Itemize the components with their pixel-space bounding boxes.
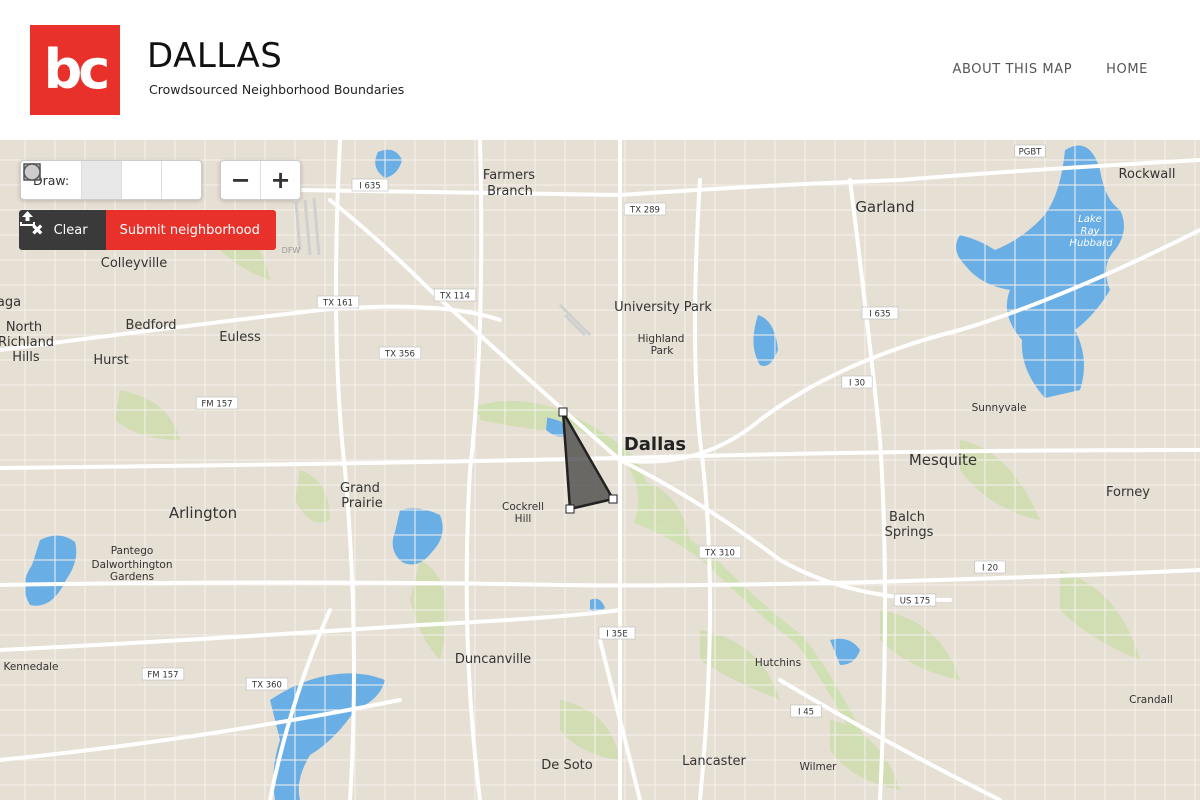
highway-shield-label: TX 161 xyxy=(322,299,353,309)
label-university-park: University Park xyxy=(614,300,712,315)
label-de-soto: De Soto xyxy=(541,758,592,773)
label-balch-springs: Balch xyxy=(889,510,925,525)
label-bedford: Bedford xyxy=(125,318,176,333)
highway-shield-label: I 35E xyxy=(606,630,627,640)
highway-shield-label: TX 114 xyxy=(439,292,470,302)
highway-shield-label: I 20 xyxy=(982,564,998,574)
label-hurst: Hurst xyxy=(93,353,128,368)
label-farmers-branch: Farmers xyxy=(483,168,535,183)
label-lake-ray-hubbard: Ray xyxy=(1081,226,1101,237)
label-balch-springs: Springs xyxy=(885,525,934,540)
circle-icon xyxy=(23,163,41,181)
label-wilmer: Wilmer xyxy=(800,761,838,773)
label-grand-prairie: Prairie xyxy=(341,496,383,511)
label-lancaster: Lancaster xyxy=(682,754,746,769)
zoom-out-button[interactable]: − xyxy=(221,161,260,199)
label-north-richland-hills: North xyxy=(6,320,42,335)
label-hutchins: Hutchins xyxy=(755,657,801,669)
label-grand-prairie: Grand xyxy=(340,481,380,496)
label-pantego: Pantego xyxy=(111,545,154,557)
highway-shield-label: US 175 xyxy=(900,597,931,607)
label-dfw-airport: DFW xyxy=(282,246,301,255)
label-highland-park: Highland xyxy=(638,333,685,345)
site-title: DALLAS xyxy=(147,36,283,76)
site-subtitle: Crowdsourced Neighborhood Boundaries xyxy=(149,82,405,97)
highway-shield-label: FM 157 xyxy=(147,671,178,681)
highway-shield-label: I 30 xyxy=(849,379,865,389)
label-cockrell-hill: Cockrell xyxy=(502,501,544,513)
zoom-control: − + xyxy=(220,160,301,200)
submit-button-label: Submit neighborhood xyxy=(119,222,260,238)
clear-button-label: Clear xyxy=(53,222,88,238)
highway-shield-label: I 635 xyxy=(869,310,890,320)
label-euless: Euless xyxy=(219,330,261,345)
map-canvas[interactable]: I 635 TX 289 PGBT TX 114 TX 161 I 635 TX 356 I … xyxy=(0,140,1200,800)
label-garland: Garland xyxy=(855,198,914,216)
label-highland-park: Park xyxy=(651,345,675,357)
draw-circle-button[interactable] xyxy=(23,161,201,199)
label-farmers-branch: Branch xyxy=(487,184,533,199)
label-duncanville: Duncanville xyxy=(455,652,531,667)
highway-shield-label: FM 157 xyxy=(201,400,232,410)
highway-shield-label: I 635 xyxy=(359,182,380,192)
label-north-richland-hills: Richland xyxy=(0,335,54,350)
submit-neighborhood-button[interactable]: Submit neighborhood xyxy=(20,210,276,250)
upload-icon xyxy=(20,211,35,226)
polygon-vertex-handle[interactable] xyxy=(558,407,568,417)
label-rockwall: Rockwall xyxy=(1119,167,1176,182)
label-sunnyvale: Sunnyvale xyxy=(972,402,1027,414)
label-north-richland-hills: Hills xyxy=(12,350,40,365)
label-dalworthington-gardens: Dalworthington xyxy=(92,559,173,571)
label-cockrell-hill: Hill xyxy=(515,513,532,525)
highway-shield-label: I 45 xyxy=(798,708,814,718)
highway-shield-label: PGBT xyxy=(1019,148,1043,158)
zoom-in-button[interactable]: + xyxy=(260,161,300,199)
label-lake-ray-hubbard: Lake xyxy=(1078,214,1102,225)
label-kennedale: Kennedale xyxy=(3,661,58,673)
nav-about-link[interactable]: ABOUT THIS MAP xyxy=(952,62,1072,77)
label-forney: Forney xyxy=(1106,485,1150,500)
draw-toolbar: Draw: xyxy=(20,160,203,200)
draw-polygon-button[interactable] xyxy=(25,161,122,199)
label-arlington: Arlington xyxy=(169,504,237,522)
site-header: bc DALLAS Crowdsourced Neighborhood Boun… xyxy=(0,0,1200,140)
action-buttons: ✖ Clear Submit neighborhood xyxy=(19,210,276,250)
label-mesquite: Mesquite xyxy=(909,451,977,469)
nav-home-link[interactable]: HOME xyxy=(1106,62,1148,77)
label-colleyville: Colleyville xyxy=(101,256,167,271)
logo[interactable]: bc xyxy=(30,25,120,115)
polygon-vertex-handle[interactable] xyxy=(608,494,618,504)
highway-shield-label: TX 356 xyxy=(384,350,415,360)
highway-shield-label: TX 310 xyxy=(704,549,735,559)
label-lake-ray-hubbard: Hubbard xyxy=(1069,238,1113,249)
highway-shield-label: TX 360 xyxy=(251,681,282,691)
airport-runways xyxy=(294,197,592,337)
main-nav: ABOUT THIS MAP HOME xyxy=(952,62,1148,77)
label-dallas: Dallas xyxy=(624,434,686,455)
polygon-vertex-handle[interactable] xyxy=(565,504,575,514)
draw-rectangle-button[interactable] xyxy=(23,161,161,199)
label-dalworthington-gardens: Gardens xyxy=(110,571,154,583)
label-crandall: Crandall xyxy=(1129,694,1173,706)
label-partial-place: aga xyxy=(0,295,21,310)
highway-shield-label: TX 289 xyxy=(629,206,660,216)
